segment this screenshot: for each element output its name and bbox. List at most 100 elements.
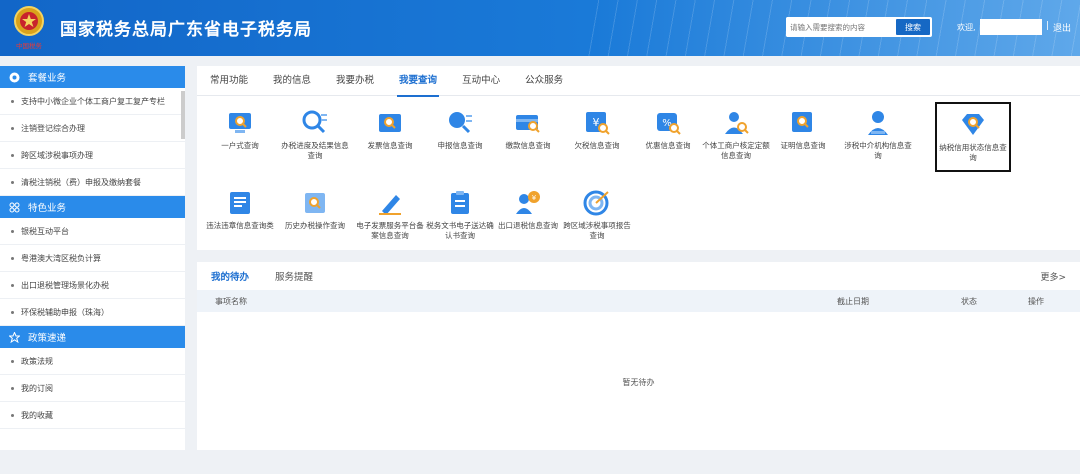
bullet-icon [11, 359, 14, 363]
more-link[interactable]: 更多> [1040, 270, 1066, 283]
sidebar-item-bank-tax[interactable]: 银税互动平台 [0, 218, 185, 245]
empty-state-text: 暂无待办 [622, 378, 655, 387]
sidebar-item-export-refund[interactable]: 出口退税管理场景化办税 [0, 272, 185, 299]
search-button[interactable]: 搜索 [896, 19, 930, 35]
tab-interaction[interactable]: 互动中心 [462, 66, 500, 96]
star-icon [9, 331, 20, 343]
sidebar-item-covid-support[interactable]: 支持中小微企业个体工商户复工复产专栏 [0, 88, 185, 115]
sidebar-item-env-tax[interactable]: 环保税辅助申报（珠海） [0, 299, 185, 326]
query-tile[interactable]: 涉税中介机构信息查询 [840, 102, 916, 172]
query-tile[interactable]: 电子发票服务平台备案信息查询 [352, 182, 428, 252]
sidebar-item-label: 环保税辅助申报（珠海） [21, 307, 109, 317]
bullet-icon [11, 153, 14, 157]
query-tile[interactable]: 税务文书电子送达确认书查询 [422, 182, 498, 252]
main-tabs: 常用功能 我的信息 我要办税 我要查询 互动中心 公众服务 [197, 66, 1080, 97]
tab-tax-handling[interactable]: 我要办税 [336, 66, 374, 96]
monitor-search-icon [226, 109, 254, 137]
svg-text:中国税务: 中国税务 [16, 41, 43, 50]
query-tile[interactable]: 证明信息查询 [765, 102, 841, 172]
query-tile[interactable]: 申报信息查询 [422, 102, 498, 172]
query-tile[interactable]: 发票信息查询 [352, 102, 428, 172]
sidebar-item-label: 我的收藏 [21, 410, 53, 420]
sidebar-item-label: 政策法规 [21, 356, 53, 366]
sidebar: 套餐业务 支持中小微企业个体工商户复工复产专栏 注销登记综合办理 跨区域涉税事项… [0, 66, 185, 450]
query-tile[interactable]: % 优惠信息查询 [630, 102, 706, 172]
sidebar-item-tax-clearance[interactable]: 清税注销税（费）申报及缴纳套餐 [0, 169, 185, 196]
column-header-deadline: 截止日期 [837, 297, 869, 306]
query-tile-label: 缴款信息查询 [505, 141, 551, 150]
history-search-icon [301, 189, 329, 217]
bullet-icon [11, 99, 14, 103]
todo-panel: 我的待办 服务提醒 更多> 事项名称 截止日期 状态 操作 暂无待办 [197, 262, 1080, 450]
todo-table-header: 事项名称 截止日期 状态 操作 [197, 290, 1080, 312]
sidebar-section-special[interactable]: 特色业务 [0, 196, 185, 218]
query-tile-label: 税务文书电子送达确认书查询 [426, 221, 494, 240]
sidebar-item-label: 粤港澳大湾区税负计算 [21, 253, 101, 263]
query-tile-label: 办税进度及结果信息查询 [281, 141, 349, 160]
bullet-icon [11, 310, 14, 314]
query-tile-label: 个体工商户核定定额信息查询 [702, 141, 770, 160]
search-box: 搜索 [786, 17, 932, 37]
query-panel: 常用功能 我的信息 我要办税 我要查询 互动中心 公众服务 一户式查询 办税进度及… [197, 66, 1080, 250]
certificate-search-icon [789, 109, 817, 137]
sidebar-item-label: 注销登记综合办理 [21, 123, 85, 133]
sidebar-scrollbar[interactable] [181, 91, 185, 139]
query-tile[interactable]: ¥ 欠税信息查询 [559, 102, 635, 172]
query-tile-label: 申报信息查询 [437, 141, 483, 150]
tab-service-reminder[interactable]: 服务提醒 [275, 269, 313, 283]
bullet-icon [11, 283, 14, 287]
sidebar-item-label: 银税互动平台 [21, 226, 69, 236]
target-icon [583, 189, 611, 217]
sidebar-item-gba-tax[interactable]: 粤港澳大湾区税负计算 [0, 245, 185, 272]
sidebar-section-package[interactable]: 套餐业务 [0, 66, 185, 88]
invoice-search-icon [376, 109, 404, 137]
card-search-icon [514, 109, 542, 137]
sidebar-section-policy[interactable]: 政策速递 [0, 326, 185, 348]
query-tile-label: 证明信息查询 [780, 141, 826, 150]
tab-query[interactable]: 我要查询 [397, 66, 440, 97]
user-name-box [980, 19, 1042, 35]
tab-my-info[interactable]: 我的信息 [273, 66, 311, 96]
sidebar-item-policy-laws[interactable]: 政策法规 [0, 348, 185, 375]
svg-text:¥: ¥ [532, 194, 537, 202]
query-tile[interactable]: ¥ 出口退税信息查询 [490, 182, 566, 252]
search-input[interactable] [786, 17, 894, 37]
declare-search-icon [446, 109, 474, 137]
query-tile-label: 纳税信用状态信息查询 [939, 143, 1007, 162]
query-tile[interactable]: 缴款信息查询 [490, 102, 566, 172]
clipboard-icon [446, 189, 474, 217]
sidebar-item-cross-region[interactable]: 跨区域涉税事项办理 [0, 142, 185, 169]
column-header-item: 事项名称 [215, 297, 247, 306]
discount-search-icon: % [654, 109, 682, 137]
sidebar-item-label: 跨区域涉税事项办理 [21, 150, 93, 160]
pen-icon [376, 189, 404, 217]
query-tile[interactable]: 纳税信用状态信息查询 [935, 102, 1011, 172]
query-tile-label: 一户式查询 [221, 141, 259, 150]
sidebar-item-label: 出口退税管理场景化办税 [21, 280, 109, 290]
todo-tabs: 我的待办 服务提醒 更多> [197, 262, 1080, 290]
tab-common[interactable]: 常用功能 [210, 66, 248, 96]
site-title: 国家税务总局广东省电子税务局 [60, 20, 312, 40]
sidebar-item-favorites[interactable]: 我的收藏 [0, 402, 185, 429]
sidebar-item-label: 清税注销税（费）申报及缴纳套餐 [21, 177, 141, 187]
sidebar-item-subscriptions[interactable]: 我的订阅 [0, 375, 185, 402]
tax-emblem-logo: 中国税务 [14, 6, 44, 50]
tab-public-service[interactable]: 公众服务 [525, 66, 563, 96]
query-tile[interactable]: 跨区域涉税事项报告查询 [559, 182, 635, 252]
query-tile[interactable]: 一户式查询 [202, 102, 278, 172]
query-tile-label: 跨区域涉税事项报告查询 [563, 221, 631, 240]
logout-link[interactable]: 退出 [1053, 21, 1071, 34]
tab-my-todo[interactable]: 我的待办 [211, 269, 249, 283]
query-tile[interactable]: 个体工商户核定定额信息查询 [698, 102, 774, 172]
query-tile[interactable]: 违法违章信息查询类 [202, 182, 278, 252]
sidebar-item-label: 我的订阅 [21, 383, 53, 393]
header-separator: | [1046, 21, 1050, 31]
sidebar-item-deregistration[interactable]: 注销登记综合办理 [0, 115, 185, 142]
query-tile[interactable]: 历史办税操作查询 [277, 182, 353, 252]
bullet-icon [11, 386, 14, 390]
welcome-text: 欢迎, [957, 23, 976, 32]
user-yuan-icon: ¥ [514, 189, 542, 217]
query-tile[interactable]: 办税进度及结果信息查询 [277, 102, 353, 172]
diamond-search-icon [959, 111, 987, 139]
query-tile-label: 涉税中介机构信息查询 [844, 141, 912, 160]
